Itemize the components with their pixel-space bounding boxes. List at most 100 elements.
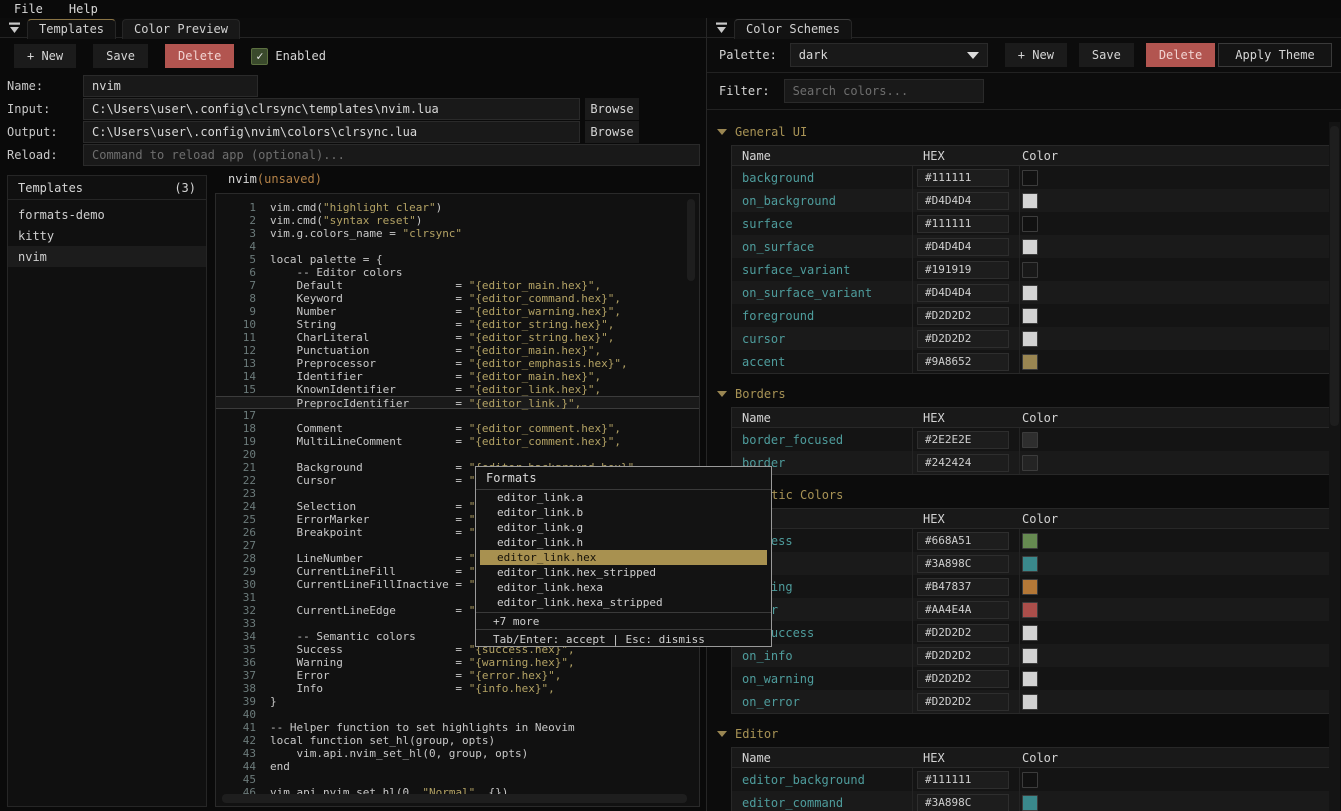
color-hex-input[interactable]: #D4D4D4 (917, 238, 1009, 256)
color-name[interactable]: on_background (732, 189, 913, 212)
new-template-button[interactable]: + New (14, 44, 76, 68)
section-header[interactable]: General UI (717, 122, 1341, 142)
color-hex-input[interactable]: #191919 (917, 261, 1009, 279)
color-swatch[interactable] (1022, 772, 1038, 788)
color-row[interactable]: surface#111111 (732, 212, 1330, 235)
popup-item[interactable]: editor_link.hex (480, 550, 767, 565)
right-panel-scroll-thumb[interactable] (1330, 126, 1339, 426)
color-swatch[interactable] (1022, 455, 1038, 471)
color-swatch[interactable] (1022, 193, 1038, 209)
color-row[interactable]: border_focused#2E2E2E (732, 428, 1330, 451)
color-name[interactable]: border_focused (732, 428, 913, 451)
code-line[interactable]: 15 KnownIdentifier = "{editor_link.hex}"… (216, 383, 699, 396)
code-line[interactable]: 38 Info = "{info.hex}", (216, 682, 699, 695)
color-hex-input[interactable]: #9A8652 (917, 353, 1009, 371)
color-name[interactable]: on_surface_variant (732, 281, 913, 304)
color-hex-input[interactable]: #D2D2D2 (917, 624, 1009, 642)
code-line[interactable]: 3vim.g.colors_name = "clrsync" (216, 227, 699, 240)
color-hex-input[interactable]: #B47837 (917, 578, 1009, 596)
new-palette-button[interactable]: + New (1005, 43, 1067, 67)
delete-template-button[interactable]: Delete (165, 44, 234, 68)
color-hex-input[interactable]: #3A898C (917, 555, 1009, 573)
code-line[interactable]: 37 Error = "{error.hex}", (216, 669, 699, 682)
code-line[interactable]: 11 CharLiteral = "{editor_string.hex}", (216, 331, 699, 344)
code-line[interactable]: 45 (216, 773, 699, 786)
color-name[interactable]: on_error (732, 690, 913, 713)
color-hex-input[interactable]: #2E2E2E (917, 431, 1009, 449)
color-row[interactable]: editor_background#111111 (732, 768, 1330, 791)
code-line[interactable]: 12 Punctuation = "{editor_main.hex}", (216, 344, 699, 357)
color-row[interactable]: surface_variant#191919 (732, 258, 1330, 281)
code-line[interactable]: 13 Preprocessor = "{editor_emphasis.hex}… (216, 357, 699, 370)
color-hex-input[interactable]: #AA4E4A (917, 601, 1009, 619)
panel-collapse-icon[interactable] (715, 21, 728, 34)
output-path-field[interactable] (83, 121, 580, 143)
input-path-field[interactable] (83, 98, 580, 120)
color-name[interactable]: background (732, 166, 913, 189)
enabled-checkbox[interactable]: ✓ (251, 48, 268, 65)
color-swatch[interactable] (1022, 694, 1038, 710)
color-swatch[interactable] (1022, 239, 1038, 255)
code-line[interactable]: PreprocIdentifier = "{editor_link.}", (216, 396, 699, 409)
code-line[interactable]: 44end (216, 760, 699, 773)
code-line[interactable]: 7 Default = "{editor_main.hex}", (216, 279, 699, 292)
color-hex-input[interactable]: #D2D2D2 (917, 693, 1009, 711)
popup-item[interactable]: editor_link.b (480, 505, 767, 520)
color-row[interactable]: on_success#D2D2D2 (732, 621, 1330, 644)
color-swatch[interactable] (1022, 354, 1038, 370)
panel-collapse-icon[interactable] (8, 21, 21, 34)
code-line[interactable]: 1vim.cmd("highlight clear") (216, 201, 699, 214)
color-swatch[interactable] (1022, 602, 1038, 618)
popup-item[interactable]: editor_link.g (480, 520, 767, 535)
popup-item[interactable]: editor_link.a (480, 490, 767, 505)
section-header[interactable]: Semantic Colors (717, 485, 1341, 505)
code-line[interactable]: 40 (216, 708, 699, 721)
code-line[interactable]: 8 Keyword = "{editor_command.hex}", (216, 292, 699, 305)
code-line[interactable]: 18 Comment = "{editor_comment.hex}", (216, 422, 699, 435)
code-line[interactable]: 17 (216, 409, 699, 422)
color-row[interactable]: cursor#D2D2D2 (732, 327, 1330, 350)
code-line[interactable]: 2vim.cmd("syntax reset") (216, 214, 699, 227)
code-line[interactable]: 39} (216, 695, 699, 708)
code-line[interactable]: 14 Identifier = "{editor_main.hex}", (216, 370, 699, 383)
template-list-item[interactable]: formats-demo (8, 204, 206, 225)
color-swatch[interactable] (1022, 308, 1038, 324)
color-row[interactable]: accent#9A8652 (732, 350, 1330, 373)
reload-command-field[interactable] (83, 144, 700, 166)
code-line[interactable]: 36 Warning = "{warning.hex}", (216, 656, 699, 669)
section-header[interactable]: Editor (717, 724, 1341, 744)
color-row[interactable]: on_background#D4D4D4 (732, 189, 1330, 212)
palette-dropdown[interactable]: dark (790, 43, 988, 67)
color-hex-input[interactable]: #D4D4D4 (917, 192, 1009, 210)
editor-horizontal-scrollbar[interactable] (222, 794, 687, 803)
color-row[interactable]: success#668A51 (732, 529, 1330, 552)
browse-input-button[interactable]: Browse (585, 98, 639, 120)
code-line[interactable]: 19 MultiLineComment = "{editor_comment.h… (216, 435, 699, 448)
color-row[interactable]: on_error#D2D2D2 (732, 690, 1330, 713)
name-field[interactable] (83, 75, 258, 97)
color-hex-input[interactable]: #111111 (917, 771, 1009, 789)
editor-vertical-scrollbar[interactable] (687, 199, 695, 281)
color-hex-input[interactable]: #3A898C (917, 794, 1009, 811)
color-swatch[interactable] (1022, 170, 1038, 186)
popup-item[interactable]: editor_link.hexa (480, 580, 767, 595)
color-name[interactable]: cursor (732, 327, 913, 350)
color-row[interactable]: error#AA4E4A (732, 598, 1330, 621)
delete-palette-button[interactable]: Delete (1146, 43, 1215, 67)
color-row[interactable]: on_surface#D4D4D4 (732, 235, 1330, 258)
section-header[interactable]: Borders (717, 384, 1341, 404)
color-hex-input[interactable]: #D2D2D2 (917, 647, 1009, 665)
color-swatch[interactable] (1022, 648, 1038, 664)
color-row[interactable]: on_info#D2D2D2 (732, 644, 1330, 667)
color-name[interactable]: on_surface (732, 235, 913, 258)
save-template-button[interactable]: Save (93, 44, 148, 68)
code-line[interactable]: 10 String = "{editor_string.hex}", (216, 318, 699, 331)
color-swatch[interactable] (1022, 432, 1038, 448)
save-palette-button[interactable]: Save (1079, 43, 1134, 67)
code-line[interactable]: 9 Number = "{editor_warning.hex}", (216, 305, 699, 318)
popup-item[interactable]: editor_link.hex_stripped (480, 565, 767, 580)
color-hex-input[interactable]: #242424 (917, 454, 1009, 472)
color-hex-input[interactable]: #D4D4D4 (917, 284, 1009, 302)
menu-item-help[interactable]: Help (69, 2, 98, 16)
code-line[interactable]: 4 (216, 240, 699, 253)
